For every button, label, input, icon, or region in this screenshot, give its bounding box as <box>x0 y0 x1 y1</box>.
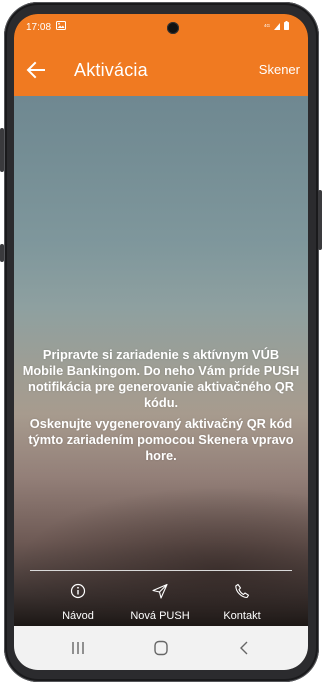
back-chevron-icon <box>240 641 248 655</box>
system-back-button[interactable] <box>232 638 256 658</box>
toolbar-divider <box>30 570 292 571</box>
send-icon <box>152 583 168 599</box>
home-icon <box>154 640 168 656</box>
content-background: Pripravte si zariadenie s aktívnym VÚB M… <box>14 96 308 626</box>
back-button[interactable] <box>20 54 52 86</box>
tab-navod[interactable]: Návod <box>33 580 123 626</box>
tab-navod-label: Návod <box>62 610 94 622</box>
home-button[interactable] <box>149 638 173 658</box>
svg-text:4G: 4G <box>264 23 271 28</box>
volume-button <box>0 128 4 172</box>
info-icon <box>70 583 86 599</box>
app-header-bar: 17:08 4G Aktivácia Skener <box>14 14 308 96</box>
screen: 17:08 4G Aktivácia Skener Pripravte si z… <box>14 14 308 670</box>
instruction-text-2: Oskenujte vygenerovaný aktivačný QR kód … <box>28 416 294 463</box>
front-camera <box>167 22 179 34</box>
side-key <box>0 244 4 262</box>
status-time: 17:08 <box>26 22 52 33</box>
recent-apps-button[interactable] <box>66 638 90 658</box>
tab-kontakt[interactable]: Kontakt <box>197 580 287 626</box>
tab-nova-push[interactable]: Nová PUSH <box>115 580 205 626</box>
app-header: Aktivácia Skener <box>14 50 308 90</box>
tab-kontakt-label: Kontakt <box>223 610 261 622</box>
scanner-button[interactable]: Skener <box>259 62 300 77</box>
page-title: Aktivácia <box>74 60 148 80</box>
back-arrow-icon <box>26 61 45 79</box>
status-bar: 17:08 4G <box>14 14 308 36</box>
instruction-text-1: Pripravte si zariadenie s aktívnym VÚB M… <box>22 347 300 410</box>
status-icons: 4G <box>264 21 289 30</box>
bottom-toolbar: Návod Nová PUSH Kontakt <box>14 580 308 626</box>
tab-nova-push-label: Nová PUSH <box>130 610 190 622</box>
phone-frame: 17:08 4G Aktivácia Skener Pripravte si z… <box>0 0 322 684</box>
system-navigation-bar <box>14 626 308 670</box>
recent-apps-icon <box>72 642 84 654</box>
power-button <box>318 190 322 250</box>
phone-icon <box>235 583 250 599</box>
gallery-icon <box>56 21 66 30</box>
